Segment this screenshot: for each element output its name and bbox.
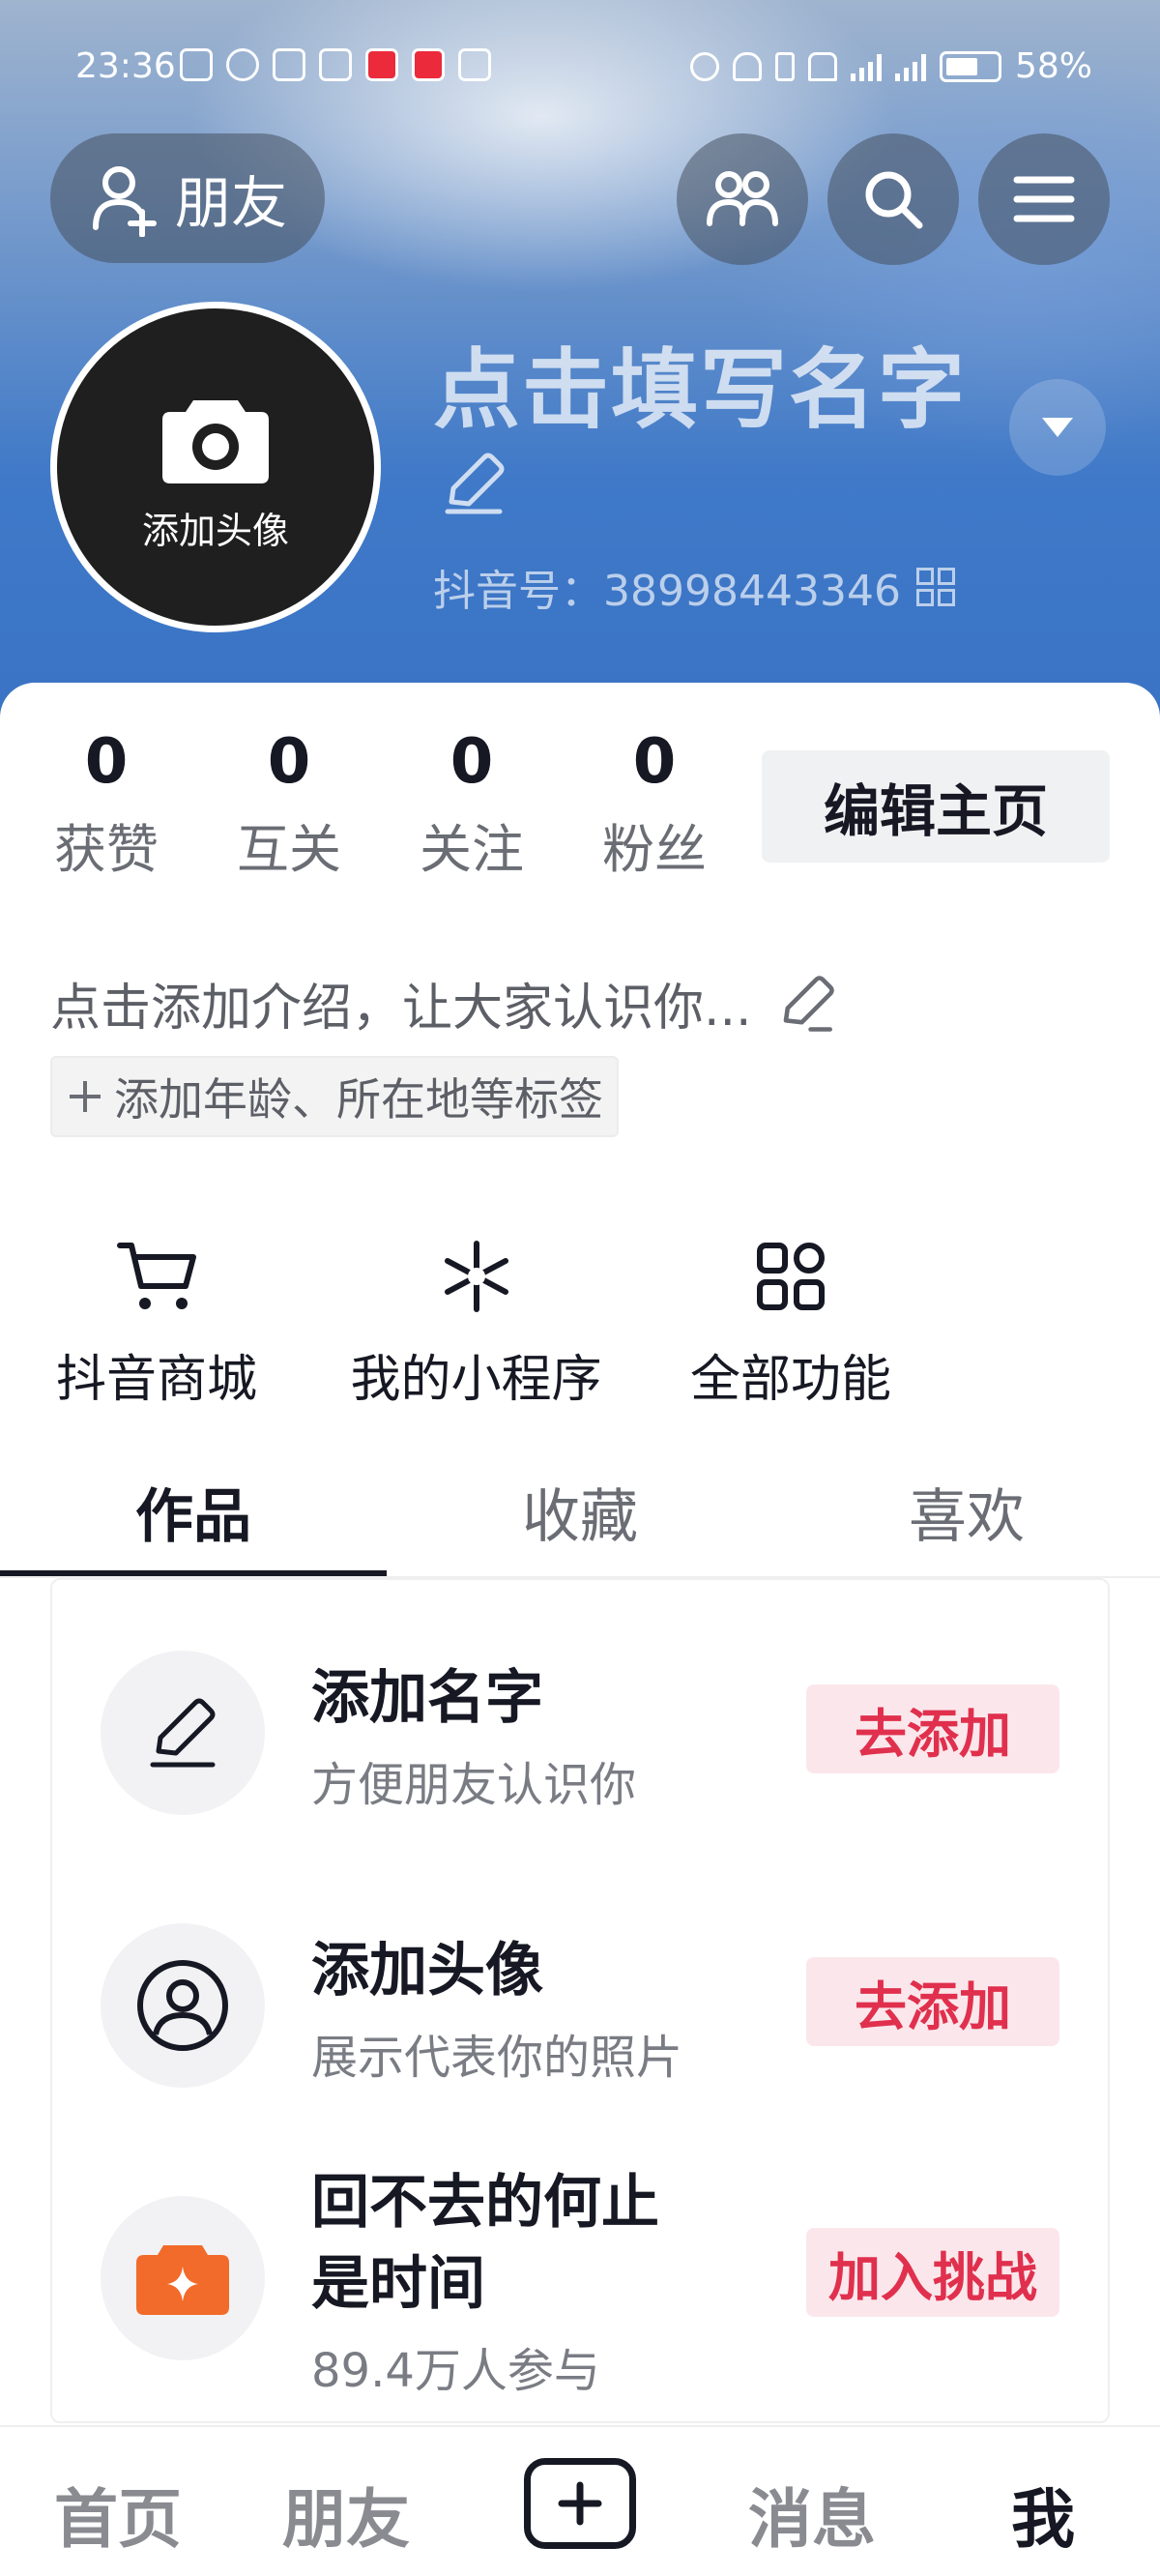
asterisk-icon	[444, 1241, 508, 1312]
task-icon-circle	[101, 1923, 265, 2088]
status-bar: 23:36 58%	[0, 39, 1160, 97]
create-button[interactable]	[524, 2458, 636, 2549]
avatar-add-button[interactable]: 添加头像	[50, 302, 381, 632]
status-system-icons: 58%	[689, 46, 1092, 86]
stat-mutual[interactable]: 0 互关	[212, 731, 366, 883]
battery-icon	[939, 50, 1001, 82]
status-notification-icons	[180, 48, 491, 81]
pencil-icon	[445, 453, 505, 514]
stat-following[interactable]: 0 关注	[394, 731, 549, 883]
visitors-button[interactable]	[677, 133, 808, 265]
app-notification-icon	[458, 48, 491, 81]
search-button[interactable]	[827, 133, 959, 265]
stat-label: 关注	[420, 819, 524, 880]
tab-works[interactable]: 作品	[0, 1470, 387, 1554]
shop-label: 抖音商城	[55, 1351, 257, 1409]
task-challenge: 回不去的何止 是时间 89.4万人参与 加入挑战	[50, 2162, 1110, 2398]
task-title: 添加名字	[311, 1664, 543, 1732]
menu-button[interactable]	[978, 133, 1110, 265]
add-name-button[interactable]: 去添加	[806, 1684, 1059, 1773]
triangle-down-icon	[1042, 418, 1073, 437]
add-friend-button[interactable]: 朋友	[50, 133, 325, 263]
plus-icon	[70, 1081, 101, 1112]
add-tags-button[interactable]: 添加年龄、所在地等标签	[50, 1056, 619, 1137]
tab-favorites[interactable]: 收藏	[387, 1470, 773, 1554]
all-features-shortcut[interactable]: 全部功能	[684, 1238, 897, 1411]
tab-likes[interactable]: 喜欢	[773, 1470, 1160, 1554]
headphones-icon	[732, 51, 762, 81]
people-icon	[707, 171, 778, 226]
avatar-label: 添加头像	[141, 509, 289, 552]
hamburger-menu-icon	[1013, 176, 1075, 222]
add-avatar-button[interactable]: 去添加	[806, 1957, 1059, 2046]
join-challenge-button[interactable]: 加入挑战	[806, 2228, 1059, 2317]
pencil-icon	[783, 975, 834, 1032]
nav-me[interactable]: 我	[1011, 2468, 1075, 2561]
task-title-line: 回不去的何止	[311, 2169, 659, 2237]
task-add-name: 添加名字 方便朋友认识你 去添加	[50, 1617, 1110, 1849]
task-subtitle: 89.4万人参与	[311, 2344, 600, 2398]
stat-value: 0	[84, 726, 129, 798]
add-tags-label: 添加年龄、所在地等标签	[114, 1073, 603, 1126]
person-icon	[137, 1960, 228, 2051]
cast-icon	[180, 48, 213, 81]
profile-name[interactable]: 点击填写名字	[433, 319, 967, 445]
account-switch-dropdown[interactable]	[1009, 379, 1106, 476]
bottom-nav: 首页 朋友 消息 我	[0, 2425, 1160, 2576]
shop-shortcut[interactable]: 抖音商城	[50, 1238, 263, 1411]
pen-icon	[150, 1698, 216, 1768]
task-subtitle: 展示代表你的照片	[311, 2031, 683, 2085]
nav-friends[interactable]: 朋友	[282, 2468, 410, 2561]
stat-label: 获赞	[54, 819, 159, 880]
app-notification-icon	[319, 48, 352, 81]
stat-value: 0	[267, 726, 311, 798]
signal-5g-icon	[850, 52, 882, 81]
battery-saver-icon	[774, 51, 795, 81]
mute-icon	[807, 51, 837, 81]
nfc-icon	[273, 48, 305, 81]
plus-icon	[558, 2481, 602, 2526]
challenge-icon	[136, 2245, 229, 2315]
nav-home[interactable]: 首页	[54, 2468, 182, 2561]
cart-icon	[117, 1243, 196, 1309]
bio-add[interactable]: 点击添加介绍，让大家认识你...	[50, 967, 837, 1039]
search-icon	[865, 171, 923, 229]
app-badge-icon	[412, 48, 445, 81]
content-tabs: 作品 收藏 喜欢	[0, 1470, 1160, 1576]
eye-icon	[226, 48, 259, 81]
battery-percent: 58%	[1014, 46, 1092, 86]
task-title: 添加头像	[311, 1937, 543, 2005]
nav-messages[interactable]: 消息	[748, 2468, 876, 2561]
camera-icon	[162, 399, 269, 483]
grid-icon	[757, 1243, 825, 1310]
stat-value: 0	[450, 726, 494, 798]
add-friend-label: 朋友	[174, 170, 287, 236]
stat-label: 互关	[237, 819, 341, 880]
bio-placeholder: 点击添加介绍，让大家认识你...	[50, 980, 752, 1038]
alarm-icon	[689, 51, 719, 81]
app-badge-icon	[365, 48, 398, 81]
douyin-id[interactable]: 抖音号：38998443346	[433, 556, 955, 618]
task-title: 回不去的何止 是时间	[311, 2162, 659, 2325]
stat-followers[interactable]: 0 粉丝	[577, 731, 732, 883]
douyin-id-text: 抖音号：38998443346	[433, 567, 901, 616]
stat-value: 0	[632, 726, 677, 798]
edit-profile-button[interactable]: 编辑主页	[762, 750, 1110, 863]
task-subtitle: 方便朋友认识你	[311, 1758, 637, 1812]
task-add-avatar: 添加头像 展示代表你的照片 去添加	[50, 1889, 1110, 2122]
task-title-line: 是时间	[311, 2250, 485, 2318]
task-icon-circle	[101, 2196, 265, 2360]
stat-likes[interactable]: 0 获赞	[29, 731, 184, 883]
mini-programs-label: 我的小程序	[350, 1351, 602, 1409]
task-icon-circle	[101, 1651, 265, 1815]
status-time: 23:36	[75, 46, 176, 86]
stat-label: 粉丝	[602, 819, 707, 880]
edit-name-button[interactable]	[440, 450, 508, 521]
add-user-icon	[92, 166, 157, 237]
signal-5g-icon	[894, 52, 926, 81]
all-features-label: 全部功能	[689, 1351, 891, 1409]
mini-programs-shortcut[interactable]: 我的小程序	[343, 1238, 609, 1411]
qr-code-icon	[915, 568, 955, 606]
